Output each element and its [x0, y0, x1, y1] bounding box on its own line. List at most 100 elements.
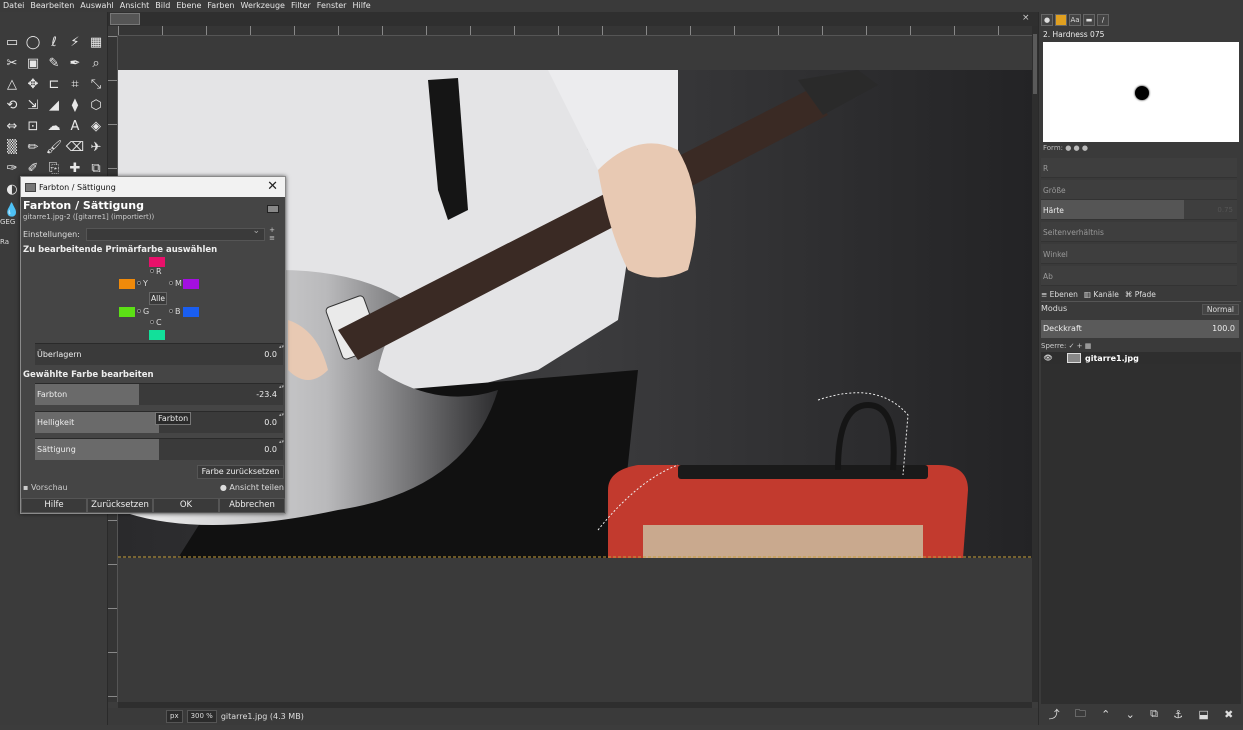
color-select-icon[interactable]: ▦ [86, 32, 106, 52]
saturation-slider[interactable]: Sättigung 0.0 ▴▾ [35, 438, 284, 460]
duplicate-layer-icon[interactable]: ⧉ [1150, 707, 1158, 721]
delete-layer-icon[interactable]: ✖ [1224, 708, 1233, 721]
menu-bearbeiten[interactable]: Bearbeiten [27, 0, 77, 12]
crop-icon[interactable]: ⌗ [65, 74, 85, 94]
document-history-tab-icon[interactable]: ▬ [1083, 14, 1095, 26]
swatch-yellow[interactable] [119, 279, 135, 289]
reset-color-button[interactable]: Farbe zurücksetzen [197, 465, 284, 479]
preview-label[interactable]: Vorschau [31, 483, 68, 492]
foreground-select-icon[interactable]: ▣ [23, 53, 43, 73]
swatch-cyan[interactable] [149, 330, 165, 340]
lightness-spin-icon[interactable]: ▴▾ [279, 412, 284, 433]
saturation-value[interactable]: 0.0 [264, 445, 277, 454]
radio-yellow[interactable] [137, 281, 141, 285]
paintbrush-icon[interactable]: 🖌 [44, 137, 64, 157]
ellipse-select-icon[interactable]: ◯ [23, 32, 43, 52]
bucket-fill-icon[interactable]: ◈ [86, 116, 106, 136]
menu-ansicht[interactable]: Ansicht [117, 0, 153, 12]
dialog-titlebar[interactable]: Farbton / Sättigung ✕ [21, 177, 285, 197]
unified-transform-icon[interactable]: ⤡ [86, 74, 106, 94]
clone-icon[interactable]: ⎘ [44, 158, 64, 178]
cage-icon[interactable]: ⊡ [23, 116, 43, 136]
image-tab-close-icon[interactable]: × [1022, 13, 1032, 23]
radio-blue[interactable] [169, 309, 173, 313]
blur-icon[interactable]: ◐ [2, 179, 22, 199]
paint-dynamics-tab-icon[interactable]: / [1097, 14, 1109, 26]
move-icon[interactable]: ✥ [23, 74, 43, 94]
measure-icon[interactable]: △ [2, 74, 22, 94]
align-icon[interactable]: ⊏ [44, 74, 64, 94]
perspective-icon[interactable]: ⧫ [65, 95, 85, 115]
brush-forms[interactable]: Form: ● ● ● [1043, 144, 1088, 152]
brush-preview[interactable] [1043, 42, 1239, 142]
hue-slider[interactable]: Farbton -23.4 ▴▾ [35, 383, 284, 405]
help-button[interactable]: Hilfe [21, 498, 87, 513]
patterns-tab-icon[interactable] [1055, 14, 1067, 26]
menu-hilfe[interactable]: Hilfe [349, 0, 373, 12]
presets-menu-icon[interactable]: + ≡ [269, 226, 283, 242]
cancel-button[interactable]: Abbrechen [219, 498, 285, 513]
lower-layer-icon[interactable]: ⌄ [1126, 708, 1135, 721]
warp-icon[interactable]: ☁ [44, 116, 64, 136]
menu-bild[interactable]: Bild [152, 0, 173, 12]
new-layer-icon[interactable]: ⤴ [1049, 706, 1060, 722]
scale-icon[interactable]: ⇲ [23, 95, 43, 115]
close-icon[interactable]: ✕ [267, 179, 278, 195]
dynamics-row[interactable]: Größe [1041, 180, 1237, 200]
dynamics-row[interactable]: R [1041, 158, 1237, 178]
radio-red[interactable] [150, 269, 154, 273]
swatch-green[interactable] [119, 307, 135, 317]
ok-button[interactable]: OK [153, 498, 219, 513]
unit-select[interactable]: px [166, 710, 183, 723]
lightness-value[interactable]: 0.0 [264, 418, 277, 427]
layer-name[interactable]: gitarre1.jpg [1085, 354, 1139, 363]
menu-auswahl[interactable]: Auswahl [77, 0, 116, 12]
ink-icon[interactable]: ✑ [2, 158, 22, 178]
reset-button[interactable]: Zurücksetzen [87, 498, 153, 513]
opacity-slider[interactable]: Deckkraft 100.0 [1041, 320, 1239, 338]
menu-datei[interactable]: Datei [0, 0, 27, 12]
perspective-clone-icon[interactable]: ⧉ [86, 158, 106, 178]
scissors-icon[interactable]: ✂ [2, 53, 22, 73]
mypaint-brush-icon[interactable]: ✐ [23, 158, 43, 178]
menu-ebene[interactable]: Ebene [173, 0, 204, 12]
zoom-icon[interactable]: ⌕ [86, 53, 106, 73]
menu-filter[interactable]: Filter [288, 0, 314, 12]
tab-channels[interactable]: ▥ Kanäle [1084, 290, 1119, 299]
radio-cyan[interactable] [150, 320, 154, 324]
lasso-icon[interactable]: ℓ [44, 32, 64, 52]
image-tab-gitarre1[interactable] [110, 13, 140, 25]
anchor-icon[interactable]: ⚓ [1173, 708, 1183, 721]
swatch-red[interactable] [149, 257, 165, 267]
raise-layer-icon[interactable]: ⌃ [1101, 708, 1110, 721]
color-picker-icon[interactable]: ✒ [65, 53, 85, 73]
overlap-value[interactable]: 0.0 [264, 350, 277, 359]
mode-select[interactable]: Normal [1201, 304, 1239, 315]
horizontal-ruler[interactable] [118, 26, 1032, 36]
tab-layers[interactable]: ≡ Ebenen [1041, 290, 1078, 299]
dynamics-row[interactable]: Ab [1041, 266, 1237, 286]
menu-farben[interactable]: Farben [204, 0, 237, 12]
menu-fenster[interactable]: Fenster [314, 0, 350, 12]
airbrush-icon[interactable]: ✈ [86, 137, 106, 157]
eraser-icon[interactable]: ⌫ [65, 137, 85, 157]
heal-icon[interactable]: ✚ [65, 158, 85, 178]
3d-transform-icon[interactable]: ⬡ [86, 95, 106, 115]
dynamics-row[interactable]: Winkel [1041, 244, 1237, 264]
new-group-icon[interactable]: 🗀 [1075, 705, 1086, 724]
fuzzy-select-icon[interactable]: ⚡ [65, 32, 85, 52]
vertical-scroll-thumb[interactable] [1033, 34, 1037, 94]
tab-paths[interactable]: ⌘ Pfade [1125, 290, 1156, 299]
hardness-row[interactable]: Härte 0.75 [1041, 200, 1237, 220]
layer-row[interactable]: 👁 gitarre1.jpg [1041, 352, 1241, 364]
dynamics-row[interactable]: Seitenverhältnis [1041, 222, 1237, 242]
hue-spin-icon[interactable]: ▴▾ [279, 384, 284, 405]
paths-icon[interactable]: ✎ [44, 53, 64, 73]
brushes-tab-icon[interactable]: ● [1041, 14, 1053, 26]
rect-select-icon[interactable]: ▭ [2, 32, 22, 52]
gradient-icon[interactable]: ▒ [2, 137, 22, 157]
menu-werkzeuge[interactable]: Werkzeuge [238, 0, 288, 12]
radio-magenta[interactable] [169, 281, 173, 285]
text-icon[interactable]: A [65, 116, 85, 136]
flip-icon[interactable]: ⇔ [2, 116, 22, 136]
